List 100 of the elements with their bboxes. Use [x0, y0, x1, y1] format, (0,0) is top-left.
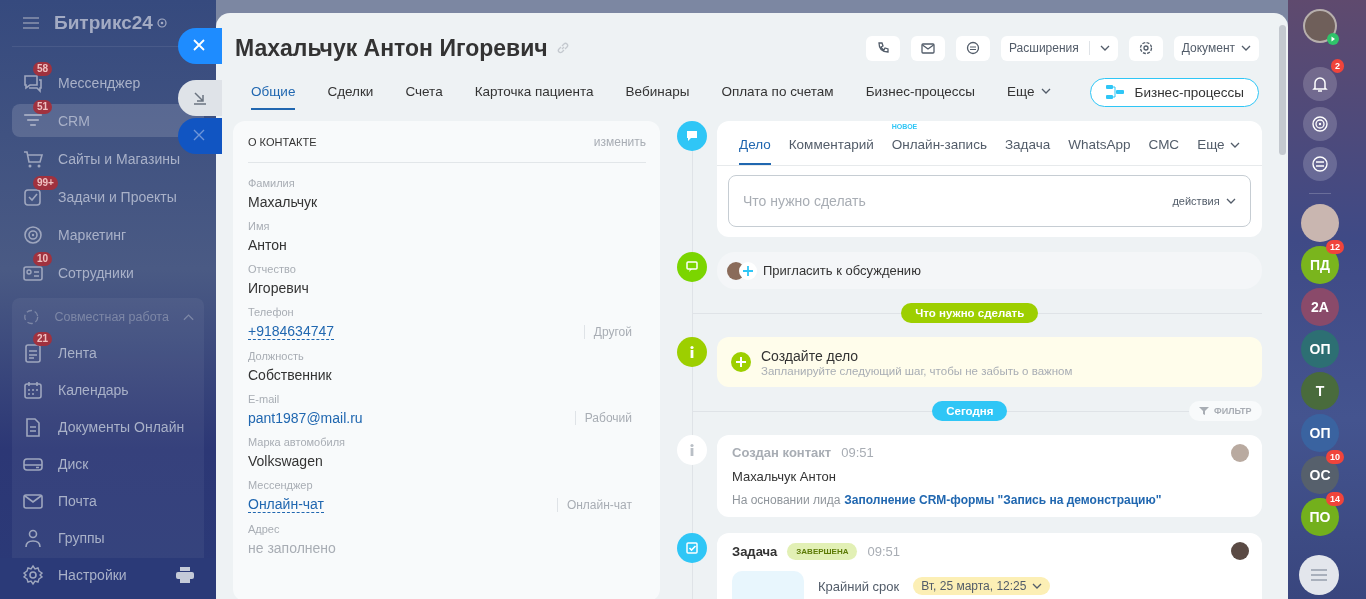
event-title: Задача	[732, 544, 778, 559]
scrollbar[interactable]	[1279, 25, 1286, 155]
notification-count: 2	[1331, 59, 1344, 73]
chevron-down-icon	[1241, 45, 1251, 51]
business-process-button[interactable]: Бизнес-процессы	[1089, 77, 1259, 107]
tab[interactable]: Бизнес-процессы	[865, 74, 976, 110]
chevron-up-icon	[182, 313, 194, 322]
chat-button[interactable]	[1303, 147, 1337, 181]
event-time: 09:51	[867, 544, 901, 559]
contact-avatar[interactable]	[1301, 204, 1339, 242]
source-text: На основании лида	[732, 493, 841, 507]
bell-icon[interactable]	[1311, 75, 1329, 93]
people-icon	[22, 527, 44, 550]
tab[interactable]: Карточка пациента	[474, 74, 594, 110]
sidebar-item[interactable]: Группы	[12, 521, 115, 556]
plus-icon[interactable]	[739, 261, 757, 280]
sidebar-item[interactable]: Диск	[12, 447, 99, 482]
field-label: Телефон	[248, 306, 295, 318]
chat-avatar[interactable]: 2А	[1301, 288, 1339, 326]
field-link[interactable]: Онлайн-чат	[248, 496, 324, 513]
minimize-button[interactable]	[178, 80, 222, 116]
tab[interactable]: Общие	[251, 74, 296, 110]
card-title: О КОНТАКТЕ	[248, 136, 317, 148]
chat-avatar[interactable]: ОП	[1301, 330, 1339, 368]
lead-link[interactable]: Заполнение CRM-формы "Запись на демонстрацию"	[844, 493, 1162, 507]
chevron-down-icon	[1040, 88, 1051, 94]
event-title: Создан контакт	[732, 445, 832, 460]
chevron-down-icon	[1099, 45, 1110, 51]
chat-avatar[interactable]: Т	[1301, 372, 1339, 410]
chat-button[interactable]	[955, 35, 990, 61]
settings-icon[interactable]	[1138, 41, 1153, 55]
user-avatar[interactable]	[1303, 9, 1337, 43]
invite-bar[interactable]: Пригласить к обсуждению	[717, 252, 1262, 289]
mail-icon[interactable]	[920, 41, 935, 55]
copilot-button[interactable]	[1303, 107, 1337, 141]
chat-avatar[interactable]: ОП	[1301, 414, 1339, 452]
menu-button[interactable]	[1299, 555, 1339, 595]
event-text: Махальчук Антон	[732, 469, 837, 484]
planned-label: Что нужно сделать	[901, 303, 1039, 323]
avatar-placeholder	[1230, 444, 1249, 462]
field-label: Отчество	[248, 263, 297, 275]
deadline-label: Крайний срок	[818, 578, 900, 594]
tab[interactable]: Оплата по счетам	[721, 74, 834, 110]
field-value: Volkswagen	[248, 453, 323, 469]
field-value: Собственник	[248, 367, 332, 383]
field-link[interactable]: +9184634747	[248, 323, 335, 340]
close-icon[interactable]	[193, 39, 207, 53]
phone-icon[interactable]	[875, 41, 890, 55]
mail-button[interactable]	[910, 35, 945, 61]
tab[interactable]: Еще	[1007, 74, 1051, 110]
sidebar-item[interactable]: Документы Онлайн	[12, 410, 195, 445]
create-activity-card[interactable]: Создайте дело Запланируйте следующий шаг, чтобы не забыть о важном	[717, 337, 1262, 387]
sidebar-item[interactable]: Сайты и Магазины	[12, 142, 190, 176]
printer-icon[interactable]	[176, 566, 194, 583]
counter-badge: 21	[33, 332, 53, 347]
field-label: Адрес	[248, 523, 281, 535]
event-time: 09:51	[841, 445, 874, 460]
notifications-button[interactable]	[1303, 67, 1337, 101]
feed-icon	[22, 342, 44, 365]
unread-count: 14	[1326, 492, 1344, 506]
settings-link[interactable]: Настройки	[58, 566, 162, 583]
deadline-picker[interactable]: Вт, 25 марта, 12:25	[913, 577, 1051, 595]
composer-tab[interactable]: Комментарий	[788, 137, 874, 165]
tab[interactable]: Вебинары	[625, 74, 690, 110]
contact-name: Махальчук Антон Игоревич	[235, 34, 548, 62]
sidebar-item[interactable]: Маркетинг	[12, 218, 137, 252]
document-button[interactable]: Документ	[1173, 35, 1259, 61]
extensions-button[interactable]: Расширения	[1000, 35, 1118, 61]
actions-dropdown[interactable]: действия	[1172, 195, 1236, 207]
composer-tab[interactable]: Задача	[1004, 137, 1051, 165]
settings-icon[interactable]	[22, 563, 44, 586]
field-type: Онлайн-чат	[556, 497, 632, 512]
settings-button[interactable]	[1128, 35, 1163, 61]
email-link[interactable]: pant1987@mail.ru	[248, 410, 363, 426]
close-button[interactable]	[178, 28, 222, 64]
composer-tab[interactable]: Еще	[1197, 137, 1240, 165]
create-hint: Запланируйте следующий шаг, чтобы не забыть о важном	[761, 364, 1073, 377]
composer-tab[interactable]: WhatsApp	[1068, 137, 1131, 165]
phone-button[interactable]	[865, 35, 900, 61]
sidebar-item[interactable]: Календарь	[12, 373, 139, 408]
field-label: Марка автомобиля	[248, 436, 346, 448]
todo-input[interactable]: Что нужно сделать действия	[728, 175, 1251, 227]
field-type: Рабочий	[574, 411, 632, 425]
composer-tab[interactable]: СМС	[1148, 137, 1180, 165]
unread-count: 12	[1326, 240, 1344, 254]
tab[interactable]: Сделки	[327, 74, 374, 110]
tab[interactable]: Счета	[405, 74, 443, 110]
field-label: Имя	[248, 220, 271, 232]
minimize-icon[interactable]	[193, 91, 207, 105]
chat-icon[interactable]	[965, 41, 980, 55]
calendar-icon	[22, 379, 44, 402]
comment-icon	[685, 129, 699, 143]
composer-tab[interactable]: Дело	[739, 137, 771, 165]
clock-icon	[156, 18, 167, 28]
today-label: Сегодня	[932, 401, 1008, 421]
invite-label: Пригласить к обсуждению	[763, 263, 921, 278]
field-value: не заполнено	[248, 540, 336, 556]
counter-badge: 99+	[33, 175, 58, 190]
task-check-icon	[685, 541, 699, 555]
sidebar-item[interactable]: Почта	[12, 484, 107, 519]
